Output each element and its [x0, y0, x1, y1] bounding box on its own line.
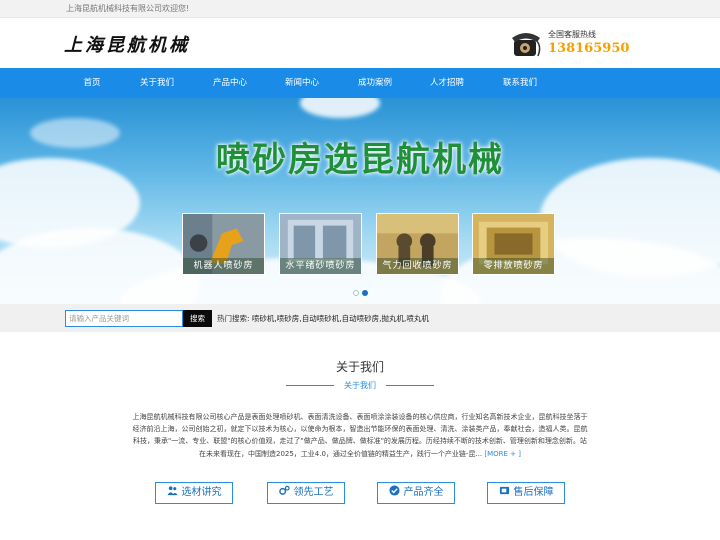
feature-button-craft[interactable]: 领先工艺: [267, 482, 345, 504]
about-title: 关于我们: [335, 360, 384, 374]
search-input[interactable]: 请输入产品关键词: [65, 310, 183, 327]
check-circle-icon: [388, 485, 400, 496]
feature-label: 售后保障: [513, 487, 554, 498]
welcome-text: 上海昆航机械科技有限公司欢迎您!: [66, 4, 190, 13]
hot-search-terms[interactable]: 喷砂机,喷砂房,自动喷砂机,自动喷砂房,抛丸机,喷丸机: [252, 314, 429, 323]
feature-button-service[interactable]: 售后保障: [487, 482, 565, 504]
more-link[interactable]: [MORE + ]: [484, 450, 521, 458]
search-button[interactable]: 搜索: [183, 310, 212, 327]
feature-button-range[interactable]: 产品齐全: [377, 482, 455, 504]
coffee-cup-icon: [499, 486, 509, 495]
feature-label: 产品齐全: [403, 487, 444, 498]
product-thumb-robot[interactable]: 机器人喷砂房: [182, 213, 265, 275]
hotline-number: 138165950: [548, 41, 630, 56]
hotline-label: 全国客服热线: [548, 30, 596, 39]
cloud: [300, 98, 380, 118]
nav-item-contact[interactable]: 联系我们: [485, 68, 555, 98]
nav-item-news[interactable]: 新闻中心: [267, 68, 337, 98]
gears-icon: [278, 485, 290, 495]
about-text: 上海昆航机械科技有限公司核心产品是表面处理喷砂机、表面清洗设备、表面喷涂涂装设备…: [130, 411, 590, 460]
hero-banner[interactable]: 喷砂房选昆航机械 机器人喷砂房 水平绪砂喷砂房 气力回收喷砂房 零排放喷砂房: [0, 98, 720, 304]
banner-title: 喷砂房选昆航机械: [216, 140, 504, 180]
search-bar: 请输入产品关键词 搜索 热门搜索: 喷砂机,喷砂房,自动喷砂机,自动喷砂房,抛丸…: [0, 304, 720, 332]
slider-dot-2[interactable]: [362, 290, 368, 296]
hot-search: 热门搜索: 喷砂机,喷砂房,自动喷砂机,自动喷砂房,抛丸机,喷丸机: [217, 313, 429, 324]
nav-item-jobs[interactable]: 人才招聘: [412, 68, 482, 98]
hot-search-label: 热门搜索:: [217, 314, 250, 323]
feature-label: 选材讲究: [181, 487, 222, 498]
feature-label: 领先工艺: [293, 487, 334, 498]
users-icon: [166, 486, 178, 496]
product-caption: 机器人喷砂房: [183, 258, 264, 274]
about-subtitle: 关于我们: [334, 380, 386, 391]
telephone-icon: [512, 33, 541, 57]
product-thumb-horizontal[interactable]: 水平绪砂喷砂房: [279, 213, 362, 275]
product-caption: 水平绪砂喷砂房: [280, 258, 361, 274]
nav-item-about[interactable]: 关于我们: [122, 68, 192, 98]
product-thumb-zero-emission[interactable]: 零排放喷砂房: [472, 213, 555, 275]
header: 上海昆航机械 全国客服热线 138165950: [0, 18, 720, 68]
product-thumb-pneumatic[interactable]: 气力回收喷砂房: [376, 213, 459, 275]
top-bar: 上海昆航机械科技有限公司欢迎您!: [0, 0, 720, 18]
product-caption: 气力回收喷砂房: [377, 258, 458, 274]
nav-item-home[interactable]: 首页: [57, 68, 127, 98]
main-nav: 首页 关于我们 产品中心 新闻中心 成功案例 人才招聘 联系我们: [0, 68, 720, 98]
nav-item-cases[interactable]: 成功案例: [340, 68, 410, 98]
logo[interactable]: 上海昆航机械: [64, 31, 190, 57]
feature-button-materials[interactable]: 选材讲究: [155, 482, 233, 504]
product-caption: 零排放喷砂房: [473, 258, 554, 274]
nav-item-products[interactable]: 产品中心: [195, 68, 265, 98]
slider-dot-1[interactable]: [353, 290, 359, 296]
